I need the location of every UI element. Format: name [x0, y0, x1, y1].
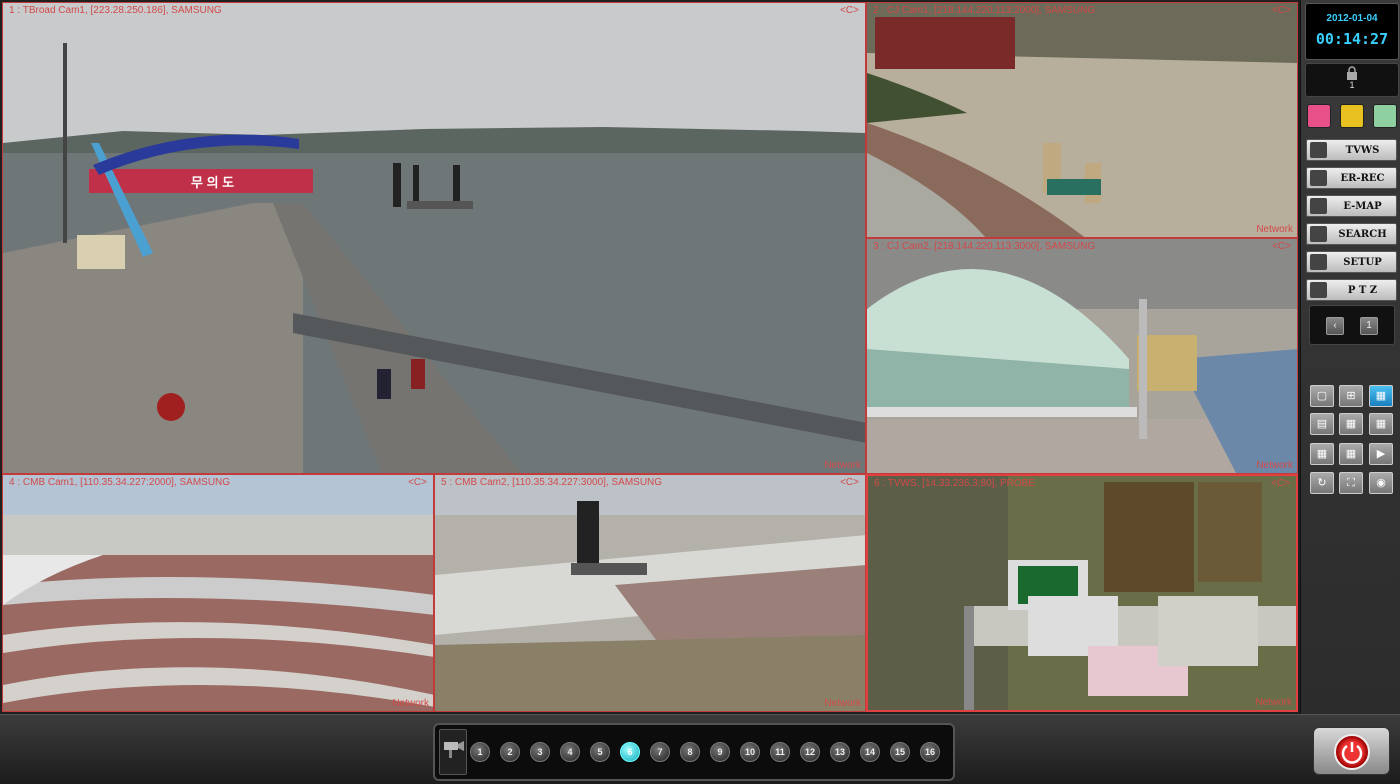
clock-display: 2012-01-04 00:14:27: [1305, 3, 1399, 60]
camera-1-scene: [3, 3, 865, 473]
setup-button[interactable]: SETUP: [1306, 251, 1397, 273]
cctv-camera-icon: [439, 729, 467, 775]
camera-icon: [1310, 142, 1327, 158]
camera-4-flag: <C>: [408, 477, 427, 488]
camera-3-title: 3 : CJ Cam2, [218.144.220.113:3000], SAM…: [873, 241, 1096, 252]
channel-button-12[interactable]: 12: [800, 742, 820, 762]
camera-4-title: 4 : CMB Cam1, [110.35.34.227:2000], SAMS…: [9, 477, 231, 488]
channel-button-9[interactable]: 9: [710, 742, 730, 762]
lock-icon: [1347, 66, 1357, 80]
camera-2-network: Network: [1256, 224, 1293, 235]
camera-6-scene: [868, 476, 1296, 710]
channel-button-16[interactable]: 16: [920, 742, 940, 762]
camera-4-network: Network: [392, 698, 429, 709]
fullscreen-button[interactable]: ⛶: [1339, 472, 1363, 494]
page-selector: ‹ 1: [1309, 305, 1395, 345]
camera-2-flag: <C>: [1272, 5, 1291, 16]
green-phone-button[interactable]: [1373, 104, 1397, 128]
camera-4-scene: [3, 475, 433, 711]
sequence-play-button[interactable]: ▶: [1369, 443, 1393, 465]
gate-sign-text: 무 의 도: [191, 175, 235, 190]
camera-5-network: Network: [824, 698, 861, 709]
clock-time: 00:14:27: [1315, 30, 1389, 48]
camera-3-network: Network: [1256, 460, 1293, 471]
color-button-row: [1307, 104, 1397, 130]
channel-button-10[interactable]: 10: [740, 742, 760, 762]
layout-9-button[interactable]: ▦: [1339, 413, 1363, 435]
search-icon: [1310, 226, 1327, 242]
camera-view-4[interactable]: 4 : CMB Cam1, [110.35.34.227:2000], SAMS…: [2, 474, 434, 712]
channel-button-13[interactable]: 13: [830, 742, 850, 762]
ptz-icon: [1310, 282, 1327, 298]
channel-button-14[interactable]: 14: [860, 742, 880, 762]
control-sidebar: 2012-01-04 00:14:27 1 TVWS ER-REC E-MAP: [1300, 0, 1400, 714]
camera-5-scene: [435, 475, 865, 711]
camera-view-3[interactable]: 3 : CJ Cam2, [218.144.220.113:3000], SAM…: [866, 238, 1298, 474]
camera-3-flag: <C>: [1272, 241, 1291, 252]
prev-page-button[interactable]: ‹: [1326, 317, 1344, 335]
layout-8-button[interactable]: ▤: [1310, 413, 1334, 435]
channel-button-3[interactable]: 3: [530, 742, 550, 762]
channel-button-5[interactable]: 5: [590, 742, 610, 762]
power-button[interactable]: [1313, 727, 1390, 775]
channel-button-6[interactable]: 6: [620, 742, 640, 762]
camera-5-flag: <C>: [840, 477, 859, 488]
camera-view-6[interactable]: 6 : TVWS, [14.33.236.3:80], PROBE <C> Ne…: [866, 474, 1298, 712]
channel-bar: 1 2 3 4 5 6 7 8 9 10 11 12 13 14 15 16: [0, 714, 1400, 784]
camera-view-5[interactable]: 5 : CMB Cam2, [110.35.34.227:3000], SAMS…: [434, 474, 866, 712]
power-icon: [1334, 734, 1370, 770]
e-map-button[interactable]: E-MAP: [1306, 195, 1397, 217]
camera-5-title: 5 : CMB Cam2, [110.35.34.227:3000], SAMS…: [441, 477, 663, 488]
lock-number: 1: [1349, 80, 1355, 90]
recorder-icon: [1310, 170, 1327, 186]
channel-button-7[interactable]: 7: [650, 742, 670, 762]
channel-button-1[interactable]: 1: [470, 742, 490, 762]
camera-1-title: 1 : TBroad Cam1, [223.28.250.186], SAMSU…: [9, 5, 222, 16]
camera-1-flag: <C>: [840, 5, 859, 16]
channel-selector: 1 2 3 4 5 6 7 8 9 10 11 12 13 14 15 16: [433, 723, 955, 781]
layout-10-button[interactable]: ▦: [1369, 413, 1393, 435]
channel-button-4[interactable]: 4: [560, 742, 580, 762]
globe-icon: [1310, 198, 1327, 214]
layout-1x1-button[interactable]: ▢: [1310, 385, 1334, 407]
camera-2-scene: [867, 3, 1297, 237]
camera-2-title: 2 : CJ Cam1, [218.144.220.113:2000], SAM…: [873, 5, 1096, 16]
camera-6-network: Network: [1255, 697, 1292, 708]
camera-view-2[interactable]: 2 : CJ Cam1, [218.144.220.113:2000], SAM…: [866, 2, 1298, 238]
channel-button-11[interactable]: 11: [770, 742, 790, 762]
yellow-alarm-button[interactable]: [1340, 104, 1364, 128]
layout-6-button[interactable]: ▦: [1369, 385, 1393, 407]
camera-view-1[interactable]: 무 의 도 1 : TBroad Cam1, [223.28.250.186],…: [2, 2, 866, 474]
search-button[interactable]: SEARCH: [1306, 223, 1397, 245]
clock-date: 2012-01-04: [1326, 13, 1378, 24]
tvws-button[interactable]: TVWS: [1306, 139, 1397, 161]
channel-button-15[interactable]: 15: [890, 742, 910, 762]
camera-1-network: Network: [824, 460, 861, 471]
page-number-button[interactable]: 1: [1360, 317, 1378, 335]
er-rec-button[interactable]: ER-REC: [1306, 167, 1397, 189]
channel-button-8[interactable]: 8: [680, 742, 700, 762]
camera-6-title: 6 : TVWS, [14.33.236.3:80], PROBE: [874, 478, 1036, 489]
camera-3-scene: [867, 239, 1297, 473]
pink-tool-button[interactable]: [1307, 104, 1331, 128]
lock-panel[interactable]: 1: [1305, 63, 1399, 97]
channel-button-2[interactable]: 2: [500, 742, 520, 762]
refresh-button[interactable]: ↻: [1310, 472, 1334, 494]
nvr-app: 무 의 도 1 : TBroad Cam1, [223.28.250.186],…: [0, 0, 1400, 784]
layout-16-button[interactable]: ▦: [1339, 443, 1363, 465]
ptz-button[interactable]: P T Z: [1306, 279, 1397, 301]
snapshot-button[interactable]: ◉: [1369, 472, 1393, 494]
tools-icon: [1310, 254, 1327, 270]
layout-13-button[interactable]: ▦: [1310, 443, 1334, 465]
camera-6-flag: <C>: [1271, 478, 1290, 489]
layout-2x2-button[interactable]: ⊞: [1339, 385, 1363, 407]
